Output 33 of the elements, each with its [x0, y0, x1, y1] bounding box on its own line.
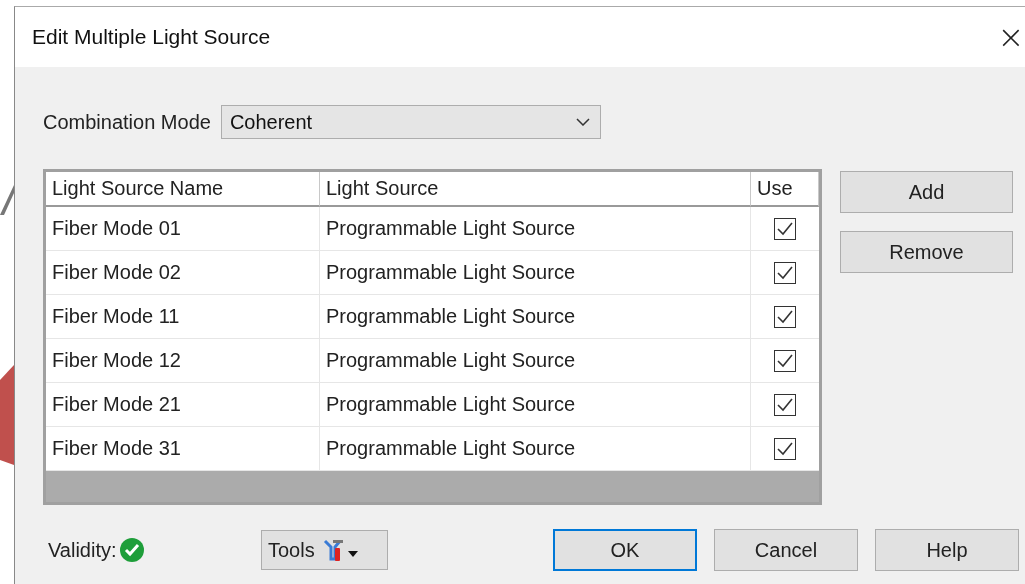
help-button[interactable]: Help	[875, 529, 1019, 571]
table-cell: Programmable Light Source	[320, 207, 751, 251]
cancel-button[interactable]: Cancel	[714, 529, 858, 571]
table-cell: Fiber Mode 12	[46, 339, 320, 383]
table-cell: Programmable Light Source	[320, 383, 751, 427]
use-checkbox[interactable]	[774, 217, 796, 240]
window-title: Edit Multiple Light Source	[32, 25, 271, 49]
table-cell: Fiber Mode 11	[46, 295, 320, 339]
add-button[interactable]: Add	[840, 171, 1013, 213]
remove-button[interactable]: Remove	[840, 231, 1013, 273]
use-checkbox[interactable]	[774, 261, 796, 284]
close-button[interactable]: ×	[991, 18, 1025, 56]
table-cell: Programmable Light Source	[320, 295, 751, 339]
field-label: Combination Mode	[43, 110, 211, 134]
table-cell: Fiber Mode 21	[46, 383, 320, 427]
table-cell: Programmable Light Source	[320, 251, 751, 295]
table-cell: Programmable Light Source	[320, 427, 751, 471]
chevron-down-icon	[575, 118, 590, 126]
column-header[interactable]: Light Source Name	[46, 172, 320, 207]
ok-button[interactable]: OK	[553, 529, 697, 571]
column-header[interactable]: Light Source	[320, 172, 751, 207]
table-cell: Fiber Mode 31	[46, 427, 320, 471]
combination-mode-dropdown[interactable]: Coherent	[220, 105, 601, 139]
use-checkbox[interactable]	[774, 393, 796, 416]
table-cell: Fiber Mode 01	[46, 207, 320, 251]
table-cell: Fiber Mode 02	[46, 251, 320, 295]
use-checkbox[interactable]	[774, 305, 796, 328]
validity-label: Validity:	[48, 538, 117, 562]
tools-button[interactable]: Tools	[261, 530, 388, 570]
use-checkbox[interactable]	[774, 349, 796, 372]
column-header[interactable]: Use	[751, 172, 819, 207]
table-cell: Programmable Light Source	[320, 339, 751, 383]
use-checkbox[interactable]	[774, 437, 796, 460]
